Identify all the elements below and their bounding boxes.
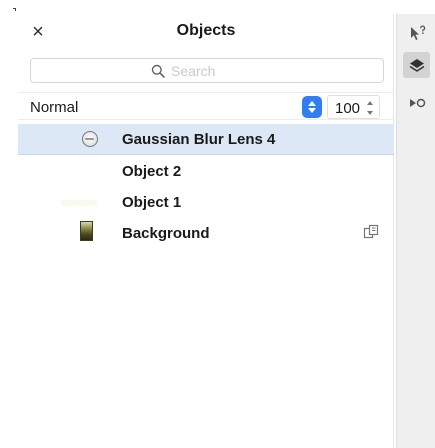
window-corner-mark	[13, 8, 16, 11]
blend-mode-stepper[interactable]	[302, 96, 322, 118]
layer-label: Object 1	[122, 194, 182, 211]
panel-titlebar: × Objects	[18, 14, 394, 52]
chevron-down-icon	[367, 111, 373, 115]
lens-icon	[82, 131, 98, 147]
side-toolbar	[396, 14, 435, 448]
layer-label: Gaussian Blur Lens 4	[122, 131, 276, 148]
layer-row-object-1[interactable]: Object 1	[18, 187, 394, 218]
opacity-field[interactable]: 100	[327, 95, 380, 119]
play-circle-icon[interactable]	[403, 90, 430, 116]
layer-row-gaussian-blur-lens[interactable]: Gaussian Blur Lens 4	[18, 124, 394, 155]
opacity-stepper[interactable]	[366, 101, 374, 115]
chevron-up-icon	[367, 101, 373, 105]
layer-row-object-2[interactable]: Object 2	[18, 156, 394, 187]
search-box[interactable]	[30, 58, 384, 83]
layer-label: Background	[122, 225, 210, 242]
object-thumbnail	[61, 200, 97, 206]
blend-controls: Normal 100	[18, 92, 394, 120]
link-icon[interactable]	[363, 224, 379, 244]
panel-title: Objects	[176, 22, 236, 39]
blend-mode-select[interactable]: Normal	[30, 99, 78, 116]
layer-label: Object 2	[122, 163, 182, 180]
objects-panel: × Objects Normal 100	[18, 14, 394, 448]
opacity-value[interactable]: 100	[335, 100, 360, 117]
search-input[interactable]	[171, 63, 261, 79]
chevron-up-icon	[308, 101, 316, 106]
background-thumbnail	[80, 221, 93, 241]
layers-icon[interactable]	[403, 52, 430, 78]
layer-row-background[interactable]: Background	[18, 218, 394, 249]
search-icon	[151, 64, 165, 78]
arrow-help-icon[interactable]	[403, 21, 430, 47]
chevron-down-icon	[308, 108, 316, 113]
